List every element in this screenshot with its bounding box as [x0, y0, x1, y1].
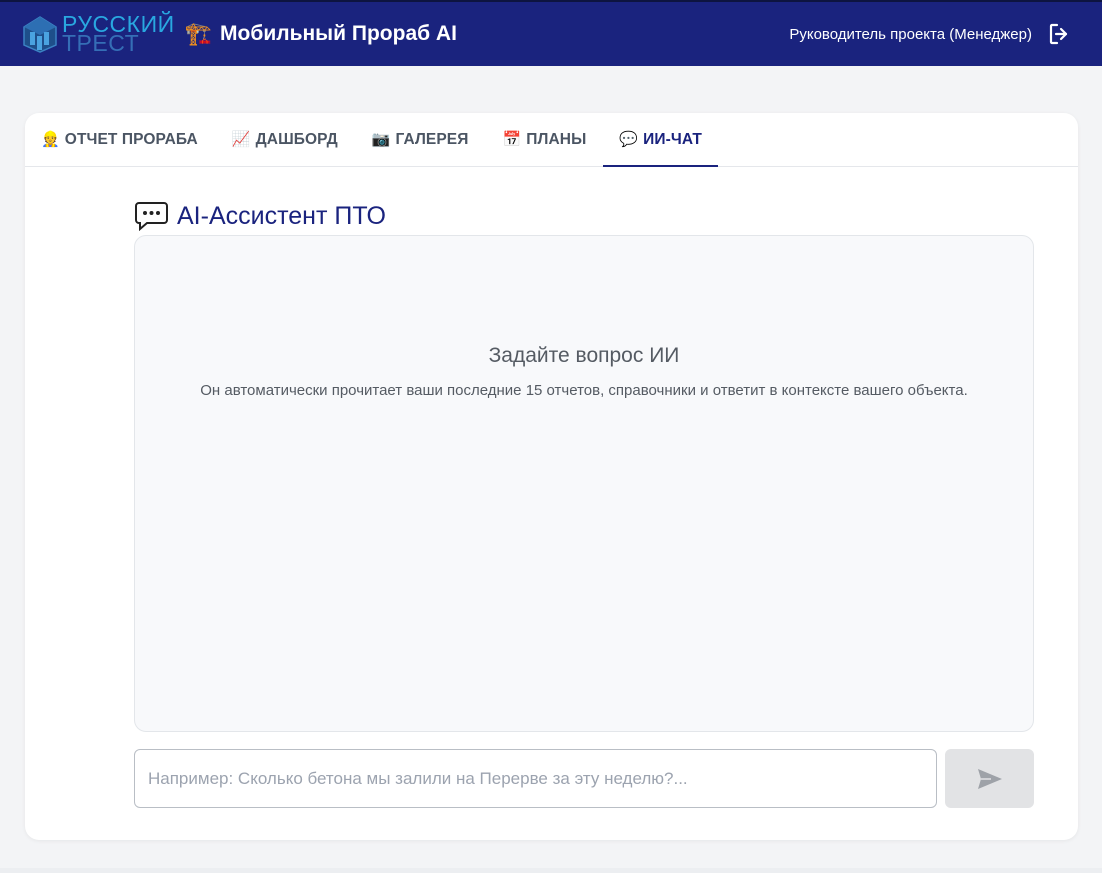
- chat-input[interactable]: [134, 749, 937, 808]
- chat-bubble-icon: [135, 201, 168, 231]
- chat-input-row: [134, 749, 1034, 808]
- tab-label: ПЛАНЫ: [526, 130, 587, 148]
- send-icon: [977, 768, 1002, 789]
- section-title: AI-Ассистент ПТО: [135, 201, 386, 231]
- tab-foreman-report[interactable]: 👷 ОТЧЕТ ПРОРАБА: [41, 113, 215, 166]
- chart-up-icon: 📈: [231, 131, 251, 148]
- tab-dashboard[interactable]: 📈 ДАШБОРД: [215, 113, 355, 166]
- tab-bar: 👷 ОТЧЕТ ПРОРАБА 📈 ДАШБОРД 📷 ГАЛЕРЕЯ 📅 ПЛ…: [25, 113, 1078, 167]
- tab-ai-chat[interactable]: 💬 ИИ-ЧАТ: [603, 113, 718, 167]
- company-logo[interactable]: РУССКИЙ ТРЕСТ: [22, 9, 175, 59]
- user-role-label: Руководитель проекта (Менеджер): [789, 25, 1032, 43]
- section-title-text: AI-Ассистент ПТО: [177, 201, 386, 230]
- speech-bubble-icon: 💬: [619, 131, 639, 148]
- empty-state-description: Он автоматически прочитает ваши последни…: [200, 382, 968, 399]
- main-card: 👷 ОТЧЕТ ПРОРАБА 📈 ДАШБОРД 📷 ГАЛЕРЕЯ 📅 ПЛ…: [25, 113, 1078, 840]
- logo-text-line2: ТРЕСТ: [62, 30, 140, 56]
- empty-state-title: Задайте вопрос ИИ: [488, 344, 680, 367]
- tab-label: ОТЧЕТ ПРОРАБА: [64, 130, 198, 148]
- calendar-icon: 📅: [502, 131, 522, 148]
- chat-messages-area: Задайте вопрос ИИ Он автоматически прочи…: [134, 235, 1034, 732]
- send-button[interactable]: [945, 749, 1034, 808]
- camera-icon: 📷: [371, 131, 391, 148]
- logout-icon: [1049, 23, 1068, 45]
- page-footer-strip: [0, 868, 1102, 873]
- tab-label: ДАШБОРД: [255, 130, 338, 148]
- worker-icon: 👷: [41, 131, 60, 148]
- building-logo-icon: [23, 16, 57, 53]
- tab-label: ИИ-ЧАТ: [643, 130, 702, 148]
- app-title: Мобильный Прораб AI: [220, 22, 457, 45]
- tab-label: ГАЛЕРЕЯ: [395, 130, 469, 148]
- tab-plans[interactable]: 📅 ПЛАНЫ: [485, 113, 603, 166]
- logout-button[interactable]: [1046, 21, 1072, 47]
- crane-icon: 🏗️: [184, 21, 213, 46]
- app-header: РУССКИЙ ТРЕСТ 🏗️ Мобильный Прораб AI Рук…: [0, 0, 1102, 66]
- tab-gallery[interactable]: 📷 ГАЛЕРЕЯ: [355, 113, 486, 166]
